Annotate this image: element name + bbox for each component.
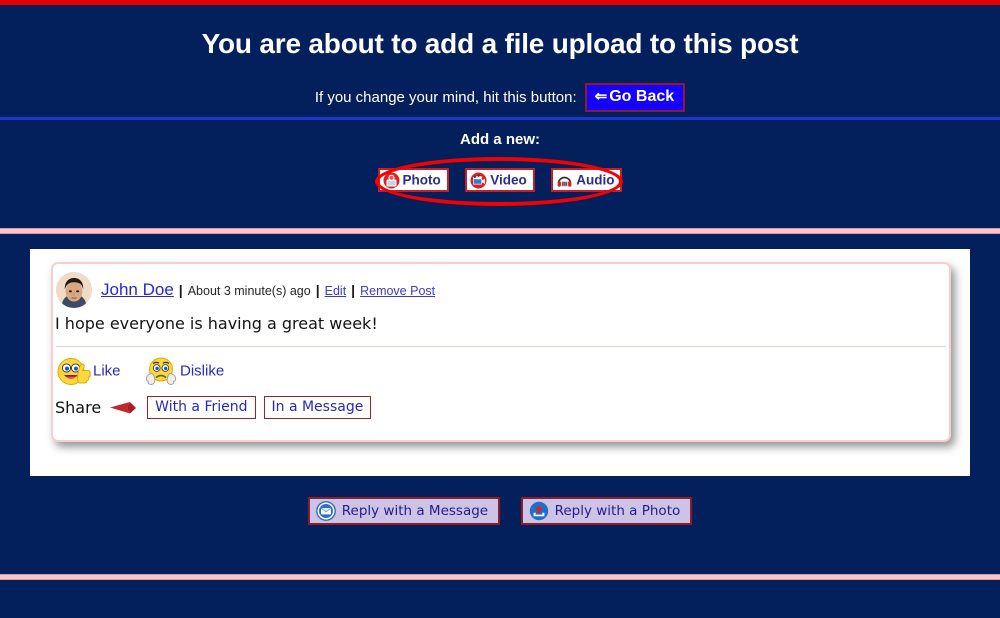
dislike-label: Dislike bbox=[179, 362, 225, 380]
page-root: You are about to add a file upload to th… bbox=[0, 0, 1000, 618]
post-meta: John Doe | About 3 minute(s) ago | Edit | Remo… bbox=[101, 280, 435, 300]
reply-with-photo-button[interactable]: Reply with a Photo bbox=[520, 497, 693, 525]
share-row: Share With a Friend In a Message bbox=[55, 396, 379, 419]
go-back-button-label: Go Back bbox=[609, 88, 675, 105]
add-photo-button[interactable]: Photo bbox=[377, 168, 449, 193]
thumbs-down-frowny-icon bbox=[143, 356, 179, 386]
share-with-friend-button[interactable]: With a Friend bbox=[147, 396, 256, 419]
add-new-heading: Add a new: bbox=[459, 131, 540, 148]
add-video-label: Video bbox=[490, 172, 527, 188]
meta-separator-1: | bbox=[178, 282, 183, 298]
pink-divider-top bbox=[0, 228, 1000, 234]
go-back-prompt: If you change your mind, hit this button… bbox=[314, 89, 577, 106]
content-panel: John Doe | About 3 minute(s) ago | Edit | Remo… bbox=[30, 249, 970, 476]
like-button[interactable]: Like bbox=[56, 356, 121, 386]
add-photo-label: Photo bbox=[402, 172, 441, 188]
go-back-button[interactable]: ⇐ Go Back bbox=[584, 83, 686, 112]
arrow-left-icon: ⇐ bbox=[594, 88, 608, 105]
add-audio-button[interactable]: Audio bbox=[551, 168, 623, 193]
reaction-row: Like Dislike bbox=[56, 356, 242, 386]
post-card: John Doe | About 3 minute(s) ago | Edit | Remo… bbox=[51, 262, 951, 442]
meta-separator-3: | bbox=[351, 282, 356, 298]
thumbs-up-smiley-icon bbox=[56, 356, 92, 386]
post-timestamp: About 3 minute(s) ago bbox=[187, 284, 311, 298]
like-label: Like bbox=[93, 362, 121, 380]
add-video-button[interactable]: Video bbox=[465, 168, 535, 193]
go-back-line: If you change your mind, hit this button… bbox=[0, 83, 1000, 112]
share-label: Share bbox=[55, 398, 102, 417]
dislike-button[interactable]: Dislike bbox=[143, 356, 224, 386]
media-button-row: Photo Video Audio bbox=[0, 168, 1000, 193]
pink-divider-bottom bbox=[0, 574, 1000, 580]
red-arrow-icon bbox=[109, 400, 137, 416]
post-header: John Doe | About 3 minute(s) ago | Edit | Remo… bbox=[53, 272, 949, 312]
page-title: You are about to add a file upload to th… bbox=[201, 28, 799, 59]
reply-with-message-label: Reply with a Message bbox=[341, 503, 489, 519]
upload-photo-icon bbox=[529, 501, 549, 521]
header-zone: You are about to add a file upload to th… bbox=[0, 5, 1000, 119]
reply-button-row: Reply with a Message Reply with a Photo bbox=[0, 497, 1000, 525]
add-audio-label: Audio bbox=[576, 172, 615, 188]
meta-separator-2: | bbox=[315, 282, 320, 298]
reply-with-message-button[interactable]: Reply with a Message bbox=[307, 497, 501, 525]
remove-post-link[interactable]: Remove Post bbox=[360, 284, 435, 298]
video-icon bbox=[470, 172, 487, 189]
envelope-icon bbox=[315, 501, 336, 521]
share-in-message-button[interactable]: In a Message bbox=[263, 396, 372, 419]
edit-post-link[interactable]: Edit bbox=[325, 284, 347, 298]
post-author-link[interactable]: John Doe bbox=[101, 280, 174, 299]
photo-icon bbox=[383, 172, 400, 189]
audio-headphones-icon bbox=[556, 172, 573, 189]
avatar bbox=[56, 272, 92, 308]
reply-with-photo-label: Reply with a Photo bbox=[554, 503, 681, 519]
post-body-text: I hope everyone is having a great week! bbox=[55, 314, 378, 333]
add-new-zone: Add a new: Photo Video Audio bbox=[0, 120, 1000, 228]
post-divider bbox=[56, 346, 946, 347]
